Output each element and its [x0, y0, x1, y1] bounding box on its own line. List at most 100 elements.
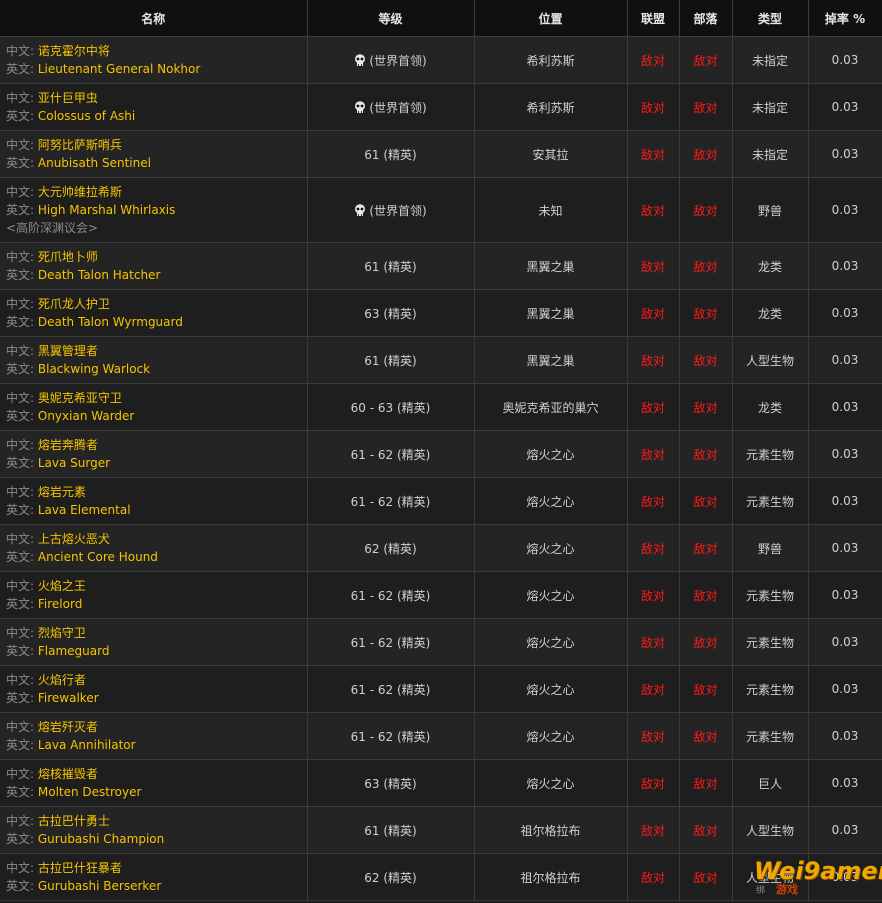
npc-name-en[interactable]: Lava Surger: [38, 456, 110, 470]
drop-rate-cell: 0.03: [808, 130, 882, 178]
npc-name-cn[interactable]: 亚什巨甲虫: [38, 91, 98, 105]
alliance-reaction: 敌对: [627, 36, 680, 84]
location-cell: 熔火之心: [474, 618, 628, 666]
label-en: 英文:: [6, 644, 35, 658]
location-cell: 熔火之心: [474, 430, 628, 478]
label-cn: 中文:: [6, 767, 35, 781]
npc-name-en[interactable]: Firewalker: [38, 691, 99, 705]
npc-name-cn[interactable]: 古拉巴什狂暴者: [38, 861, 122, 875]
npc-name-cn[interactable]: 熔岩歼灭者: [38, 720, 98, 734]
npc-subtitle: <高阶深渊议会>: [6, 221, 99, 235]
npc-name-en[interactable]: Firelord: [38, 597, 82, 611]
table-row: 中文: 烈焰守卫 英文: Flameguard 61 - 62 (精英) 熔火之心 敌对…: [0, 618, 882, 666]
alliance-reaction: 敌对: [627, 571, 680, 619]
level-text: 63 (精英): [364, 776, 417, 791]
level-cell: 61 - 62 (精英): [307, 430, 475, 478]
level-cell: 61 - 62 (精英): [307, 618, 475, 666]
label-cn: 中文:: [6, 532, 35, 546]
type-cell: 野兽: [732, 524, 809, 572]
npc-name-en[interactable]: Lava Elemental: [38, 503, 131, 517]
table-row: 中文: 阿努比萨斯哨兵 英文: Anubisath Sentinel 61 (精英)…: [0, 130, 882, 178]
drop-rate-cell: 0.03: [808, 289, 882, 337]
npc-name-en[interactable]: Gurubashi Champion: [38, 832, 164, 846]
label-en: 英文:: [6, 691, 35, 705]
alliance-reaction: 敌对: [627, 618, 680, 666]
npc-name-en[interactable]: Flameguard: [38, 644, 110, 658]
label-cn: 中文:: [6, 297, 35, 311]
label-cn: 中文:: [6, 138, 35, 152]
level-text: 61 - 62 (精英): [350, 447, 431, 462]
type-cell: 元素生物: [732, 571, 809, 619]
npc-name-en[interactable]: Lieutenant General Nokhor: [38, 62, 200, 76]
level-cell: 63 (精英): [307, 289, 475, 337]
npc-name-cn[interactable]: 古拉巴什勇士: [38, 814, 110, 828]
alliance-reaction: 敌对: [627, 430, 680, 478]
header-alliance[interactable]: 联盟: [627, 0, 680, 37]
npc-name-cn[interactable]: 黑翼管理者: [38, 344, 98, 358]
npc-name-en[interactable]: Colossus of Ashi: [38, 109, 135, 123]
npc-name-cn[interactable]: 熔核摧毁者: [38, 767, 98, 781]
npc-name-en[interactable]: Death Talon Wyrmguard: [38, 315, 183, 329]
table-row: 中文: 死爪地卜师 英文: Death Talon Hatcher 61 (精英) 黑…: [0, 242, 882, 290]
npc-name-cn[interactable]: 大元帅维拉希斯: [38, 185, 122, 199]
alliance-reaction: 敌对: [627, 477, 680, 525]
header-type[interactable]: 类型: [732, 0, 809, 37]
npc-name-en[interactable]: Anubisath Sentinel: [38, 156, 151, 170]
header-horde[interactable]: 部落: [679, 0, 733, 37]
drop-rate-cell: 0.03: [808, 712, 882, 760]
type-cell: 元素生物: [732, 665, 809, 713]
location-cell: 熔火之心: [474, 524, 628, 572]
table-row: 中文: 奥妮克希亚守卫 英文: Onyxian Warder 60 - 63 (精英…: [0, 383, 882, 431]
npc-name-en[interactable]: Molten Destroyer: [38, 785, 142, 799]
npc-name-cell: 中文: 火焰之王 英文: Firelord: [0, 571, 308, 619]
location-cell: 黑翼之巢: [474, 336, 628, 384]
npc-name-cn[interactable]: 死爪地卜师: [38, 250, 98, 264]
npc-name-en[interactable]: Lava Annihilator: [38, 738, 136, 752]
type-cell: 元素生物: [732, 712, 809, 760]
npc-name-cn[interactable]: 诺克霍尔中将: [38, 44, 110, 58]
npc-name-cell: 中文: 熔岩元素 英文: Lava Elemental: [0, 477, 308, 525]
alliance-reaction: 敌对: [627, 242, 680, 290]
npc-name-cn[interactable]: 死爪龙人护卫: [38, 297, 110, 311]
npc-name-cell: 中文: 上古熔火恶犬 英文: Ancient Core Hound: [0, 524, 308, 572]
level-text: 61 - 62 (精英): [350, 682, 431, 697]
npc-name-cn[interactable]: 熔岩奔腾者: [38, 438, 98, 452]
npc-name-cn[interactable]: 熔岩元素: [38, 485, 86, 499]
npc-name-cn[interactable]: 奥妮克希亚守卫: [38, 391, 122, 405]
watermark-logo: Wei9amer 绑 游戏: [754, 857, 882, 901]
alliance-reaction: 敌对: [627, 712, 680, 760]
npc-name-cell: 中文: 火焰行者 英文: Firewalker: [0, 665, 308, 713]
npc-name-en[interactable]: Ancient Core Hound: [38, 550, 158, 564]
npc-name-en[interactable]: High Marshal Whirlaxis: [38, 203, 176, 217]
horde-reaction: 敌对: [679, 130, 733, 178]
npc-name-en[interactable]: Gurubashi Berserker: [38, 879, 161, 893]
npc-name-cell: 中文: 熔核摧毁者 英文: Molten Destroyer: [0, 759, 308, 807]
header-level[interactable]: 等级: [307, 0, 475, 37]
drop-rate-cell: 0.03: [808, 383, 882, 431]
horde-reaction: 敌对: [679, 618, 733, 666]
npc-name-cn[interactable]: 上古熔火恶犬: [38, 532, 110, 546]
npc-name-en[interactable]: Death Talon Hatcher: [38, 268, 161, 282]
label-cn: 中文:: [6, 185, 35, 199]
type-cell: 未指定: [732, 36, 809, 84]
npc-name-cn[interactable]: 火焰之王: [38, 579, 86, 593]
label-cn: 中文:: [6, 720, 35, 734]
npc-name-en[interactable]: Onyxian Warder: [38, 409, 134, 423]
npc-name-cn[interactable]: 烈焰守卫: [38, 626, 86, 640]
npc-name-cn[interactable]: 阿努比萨斯哨兵: [38, 138, 122, 152]
npc-name-en[interactable]: Blackwing Warlock: [38, 362, 150, 376]
alliance-reaction: 敌对: [627, 383, 680, 431]
type-cell: 巨人: [732, 759, 809, 807]
header-name[interactable]: 名称: [0, 0, 308, 37]
level-cell: (世界首领): [307, 83, 475, 131]
location-cell: 希利苏斯: [474, 36, 628, 84]
npc-name-cn[interactable]: 火焰行者: [38, 673, 86, 687]
label-cn: 中文:: [6, 438, 35, 452]
header-drop-rate[interactable]: 掉率 %: [808, 0, 882, 37]
header-location[interactable]: 位置: [474, 0, 628, 37]
level-cell: (世界首领): [307, 177, 475, 243]
label-en: 英文:: [6, 456, 35, 470]
level-text: 61 - 62 (精英): [350, 588, 431, 603]
level-text: 62 (精英): [364, 541, 417, 556]
level-cell: 61 - 62 (精英): [307, 571, 475, 619]
